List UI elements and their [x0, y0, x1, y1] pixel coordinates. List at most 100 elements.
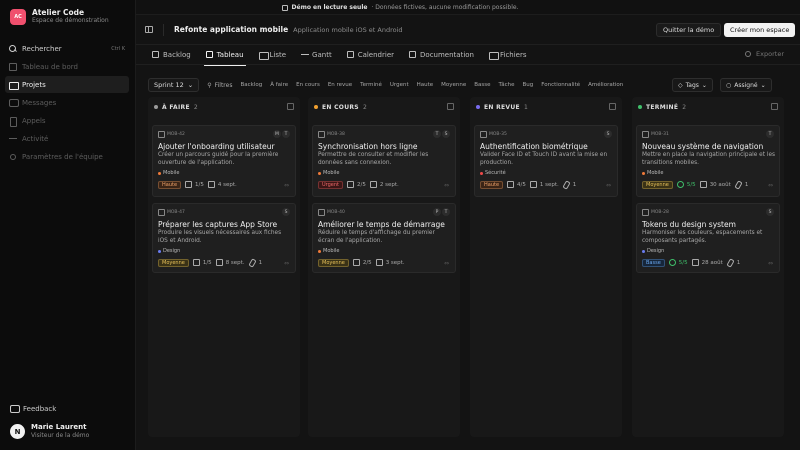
filter-chip[interactable]: Tâche	[499, 82, 515, 88]
avatar: T	[766, 130, 774, 138]
more-icon[interactable]: ⇔	[768, 182, 773, 189]
due-date: 3 sept.	[375, 259, 405, 267]
add-card-icon[interactable]	[771, 103, 778, 110]
add-card-icon[interactable]	[287, 103, 294, 110]
sidebar-item-label: Projets	[22, 80, 46, 89]
assignee-select[interactable]: ○ Assigné ⌄	[720, 78, 772, 92]
due-date-text: 3 sept.	[385, 260, 405, 266]
progress-text: 4/5	[517, 182, 526, 188]
tab-label: Tableau	[216, 50, 244, 59]
filter-chip[interactable]: Backlog	[240, 82, 262, 88]
task-title: Synchronisation hors ligne	[318, 142, 418, 151]
tab-6[interactable]: Fichiers	[488, 45, 527, 65]
export-icon	[744, 50, 752, 58]
sidebar: AC Atelier Code Espace de démonstration …	[0, 0, 136, 450]
due-date-text: 30 août	[709, 182, 731, 188]
filter-chip[interactable]: À faire	[270, 82, 288, 88]
task-description: Valider Face ID et Touch ID avant la mis…	[480, 152, 608, 166]
chevron-down-icon: ⌄	[760, 81, 766, 89]
filter-bar: Sprint 12 ⌄ ⚲ Filtres Backlog À faire En c…	[148, 78, 788, 92]
sidebar-item-4[interactable]: Appels	[5, 112, 129, 129]
task-meta: Urgent 2/5 2 sept.	[318, 181, 399, 189]
tags-select[interactable]: ◇ Tags ⌄	[672, 78, 713, 92]
more-icon[interactable]: ⇔	[444, 182, 449, 189]
label-text: Design	[647, 248, 665, 254]
sidebar-item-3[interactable]: Messages	[5, 94, 129, 111]
more-icon[interactable]: ⇔	[606, 182, 611, 189]
label-dot	[318, 171, 321, 175]
task-title: Améliorer le temps de démarrage	[318, 220, 445, 229]
filter-chip[interactable]: Terminé	[360, 82, 382, 88]
task-card[interactable]: MOB-35 S Authentification biométrique Valid…	[474, 125, 618, 197]
filter-chip[interactable]: Urgent	[390, 82, 409, 88]
filter-chip[interactable]: En revue	[328, 82, 352, 88]
board-column: EN REVUE 1 MOB-35 S Authentification biométr…	[470, 97, 622, 437]
due-date: 4 sept.	[207, 181, 237, 189]
tab-1[interactable]: Tableau	[203, 45, 246, 66]
column-title: À FAIRE	[162, 103, 190, 111]
filter-chip[interactable]: Moyenne	[441, 82, 466, 88]
subtask-icon	[347, 181, 355, 189]
task-label: Mobile	[318, 248, 339, 254]
workspace-switcher[interactable]: AC Atelier Code Espace de démonstration	[10, 8, 109, 25]
sidebar-item-1[interactable]: Tableau de bord	[5, 58, 129, 75]
tab-4[interactable]: Calendrier	[346, 45, 394, 65]
avatar: T	[282, 130, 290, 138]
filter-chip[interactable]: Bug	[523, 82, 534, 88]
project-subtitle: Application mobile iOS et Android	[293, 25, 403, 34]
avatar: T	[433, 130, 441, 138]
sidebar-item-6[interactable]: Paramètres de l'équipe	[5, 148, 129, 165]
filter-chip[interactable]: Haute	[417, 82, 434, 88]
export-button[interactable]: Exporter	[744, 50, 784, 58]
task-label: Mobile	[642, 170, 663, 176]
task-card[interactable]: MOB-40 P T Améliorer le temps de démarrage R…	[312, 203, 456, 273]
column-count: 1	[523, 103, 528, 111]
task-title: Ajouter l'onboarding utilisateur	[158, 142, 275, 151]
sprint-select[interactable]: Sprint 12 ⌄	[148, 78, 200, 92]
create-workspace-button[interactable]: Créer mon espace	[724, 23, 796, 37]
tab-5[interactable]: Documentation	[409, 45, 474, 65]
subtask-progress: 4/5	[507, 181, 526, 189]
workspace-name: Atelier Code	[32, 8, 85, 17]
sidebar-item-5[interactable]: Activité	[5, 130, 129, 147]
filter-chip[interactable]: Amélioration	[588, 82, 623, 88]
tab-0[interactable]: Backlog	[152, 45, 191, 65]
task-card[interactable]: MOB-28 S Tokens du design system Harmoniser…	[636, 203, 780, 273]
due-date: 30 août	[699, 181, 731, 189]
folder-icon	[9, 81, 19, 90]
more-icon[interactable]: ⇔	[284, 260, 289, 267]
label-dot	[480, 171, 483, 175]
user-menu[interactable]: N Marie Laurent Visiteur de la démo	[10, 423, 89, 440]
task-card[interactable]: MOB-47 S Préparer les captures App Store Pr…	[152, 203, 296, 273]
more-icon[interactable]: ⇔	[444, 260, 449, 267]
tab-3[interactable]: Gantt	[301, 45, 332, 65]
add-card-icon[interactable]	[447, 103, 454, 110]
filter-chip[interactable]: En cours	[296, 82, 320, 88]
panel-toggle-icon[interactable]	[145, 26, 153, 33]
feedback-link[interactable]: Feedback	[10, 405, 56, 413]
subtask-icon	[352, 259, 361, 267]
quit-demo-button[interactable]: Quitter la démo	[656, 23, 722, 37]
priority-badge: Haute	[480, 181, 504, 189]
calendar-icon	[207, 181, 216, 189]
filter-chip[interactable]: Basse	[474, 82, 490, 88]
task-card[interactable]: MOB-38 T S Synchronisation hors ligne Permet…	[312, 125, 456, 197]
tab-2[interactable]: Liste	[258, 45, 286, 65]
label-dot	[318, 249, 321, 253]
filter-chip[interactable]: Fonctionnalité	[541, 82, 580, 88]
task-type-icon	[158, 209, 165, 216]
task-card[interactable]: MOB-31 T Nouveau système de navigation Mett…	[636, 125, 780, 197]
avatar: N	[10, 424, 25, 439]
sidebar-item-0[interactable]: Rechercher Ctrl K	[5, 40, 129, 57]
sidebar-item-label: Appels	[22, 116, 46, 125]
task-card[interactable]: MOB-42 M T Ajouter l'onboarding utilisateur…	[152, 125, 296, 197]
sidebar-item-2[interactable]: Projets	[5, 76, 129, 93]
label-text: Mobile	[163, 170, 180, 176]
add-card-icon[interactable]	[609, 103, 616, 110]
tab-icon	[409, 51, 417, 58]
more-icon[interactable]: ⇔	[284, 182, 289, 189]
more-icon[interactable]: ⇔	[768, 260, 773, 267]
status-dot	[476, 105, 480, 109]
priority-badge: Urgent	[318, 181, 344, 189]
subtask-icon	[668, 259, 677, 267]
